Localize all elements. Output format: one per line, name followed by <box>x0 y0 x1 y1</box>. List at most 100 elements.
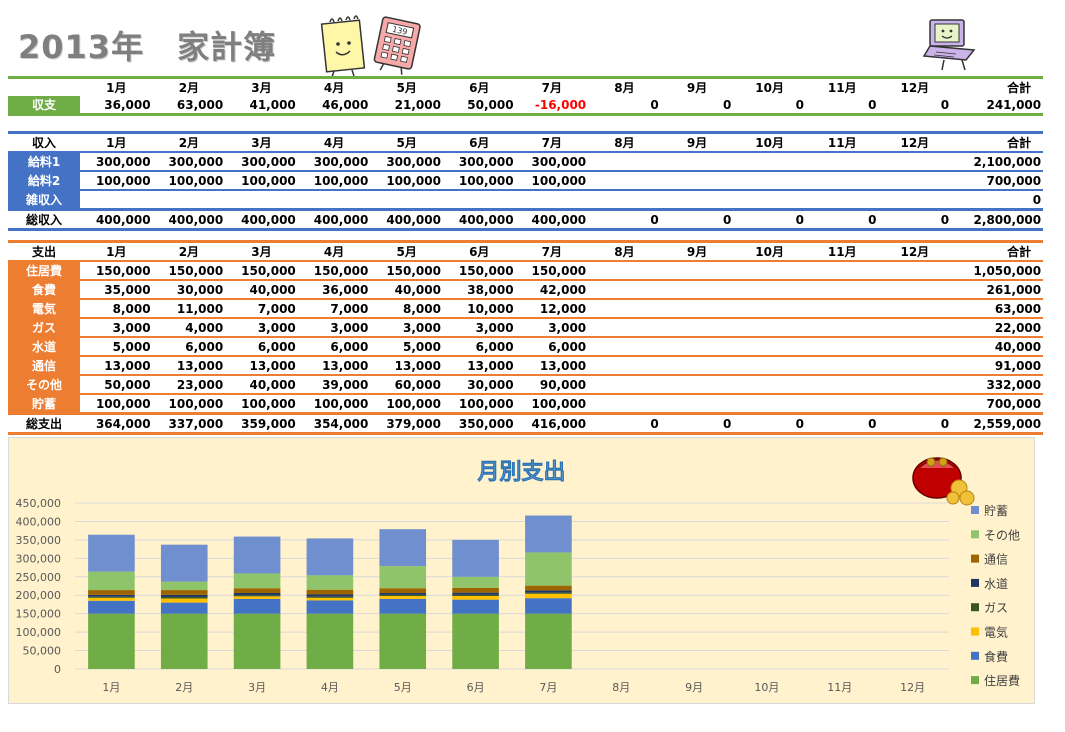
value-cell[interactable]: 400,000 <box>298 210 371 230</box>
total-cell[interactable]: 700,000 <box>951 394 1043 414</box>
value-cell[interactable] <box>806 261 879 280</box>
value-cell[interactable]: 13,000 <box>225 356 298 375</box>
value-cell[interactable] <box>588 190 661 210</box>
value-cell[interactable] <box>588 337 661 356</box>
total-cell[interactable]: 2,559,000 <box>951 414 1043 434</box>
bar-segment[interactable] <box>525 613 572 669</box>
value-cell[interactable]: 7,000 <box>225 299 298 318</box>
value-cell[interactable] <box>733 261 806 280</box>
value-cell[interactable] <box>588 280 661 299</box>
value-cell[interactable]: 100,000 <box>443 394 516 414</box>
value-cell[interactable]: 379,000 <box>370 414 443 434</box>
value-cell[interactable]: 0 <box>879 414 952 434</box>
value-cell[interactable] <box>733 190 806 210</box>
value-cell[interactable]: 36,000 <box>80 96 153 115</box>
value-cell[interactable]: 300,000 <box>443 152 516 171</box>
total-cell[interactable]: 91,000 <box>951 356 1043 375</box>
value-cell[interactable]: 50,000 <box>80 375 153 394</box>
value-cell[interactable]: 0 <box>879 96 952 115</box>
value-cell[interactable] <box>806 337 879 356</box>
value-cell[interactable]: 400,000 <box>443 210 516 230</box>
value-cell[interactable]: 5,000 <box>80 337 153 356</box>
bar-segment[interactable] <box>379 588 427 594</box>
bar-segment[interactable] <box>379 529 427 567</box>
value-cell[interactable]: 46,000 <box>298 96 371 115</box>
bar-segment[interactable] <box>233 588 281 594</box>
value-cell[interactable] <box>879 337 952 356</box>
value-cell[interactable]: 150,000 <box>370 261 443 280</box>
value-cell[interactable]: 400,000 <box>153 210 226 230</box>
bar-segment[interactable] <box>525 552 572 586</box>
value-cell[interactable] <box>225 190 298 210</box>
value-cell[interactable]: 100,000 <box>298 394 371 414</box>
bar-segment[interactable] <box>233 598 281 614</box>
bar-segment[interactable] <box>233 536 281 574</box>
value-cell[interactable] <box>879 394 952 414</box>
bar-segment[interactable] <box>233 593 281 596</box>
bar-segment[interactable] <box>160 597 208 599</box>
value-cell[interactable] <box>588 261 661 280</box>
value-cell[interactable]: 0 <box>806 96 879 115</box>
bar-segment[interactable] <box>88 534 135 572</box>
bar-segment[interactable] <box>525 592 572 594</box>
total-cell[interactable]: 241,000 <box>951 96 1043 115</box>
value-cell[interactable] <box>298 190 371 210</box>
bar-segment[interactable] <box>88 590 135 595</box>
value-cell[interactable]: 6,000 <box>443 337 516 356</box>
value-cell[interactable]: 100,000 <box>153 394 226 414</box>
bar-segment[interactable] <box>160 544 208 582</box>
value-cell[interactable]: 300,000 <box>153 152 226 171</box>
bar-segment[interactable] <box>306 538 354 576</box>
value-cell[interactable]: 300,000 <box>298 152 371 171</box>
bar-segment[interactable] <box>233 613 281 669</box>
value-cell[interactable]: 10,000 <box>443 299 516 318</box>
value-cell[interactable] <box>733 394 806 414</box>
value-cell[interactable] <box>588 375 661 394</box>
bar-segment[interactable] <box>379 566 427 589</box>
total-cell[interactable]: 332,000 <box>951 375 1043 394</box>
value-cell[interactable]: 300,000 <box>516 152 589 171</box>
bar-segment[interactable] <box>306 600 354 614</box>
value-cell[interactable] <box>733 152 806 171</box>
value-cell[interactable]: 41,000 <box>225 96 298 115</box>
value-cell[interactable] <box>806 318 879 337</box>
value-cell[interactable]: 13,000 <box>516 356 589 375</box>
value-cell[interactable]: 100,000 <box>225 171 298 190</box>
bar-segment[interactable] <box>379 594 427 596</box>
value-cell[interactable]: 13,000 <box>370 356 443 375</box>
bar-segment[interactable] <box>233 596 281 599</box>
value-cell-negative[interactable]: -16,000 <box>516 96 589 115</box>
bar-segment[interactable] <box>160 613 208 669</box>
value-cell[interactable] <box>661 356 734 375</box>
value-cell[interactable]: 100,000 <box>370 394 443 414</box>
bar-segment[interactable] <box>379 598 427 614</box>
bar-segment[interactable] <box>306 594 354 597</box>
value-cell[interactable]: 350,000 <box>443 414 516 434</box>
value-cell[interactable]: 3,000 <box>80 318 153 337</box>
value-cell[interactable]: 40,000 <box>225 375 298 394</box>
value-cell[interactable] <box>661 337 734 356</box>
value-cell[interactable]: 400,000 <box>80 210 153 230</box>
bar-segment[interactable] <box>525 590 572 593</box>
bar-segment[interactable] <box>160 598 208 603</box>
value-cell[interactable]: 100,000 <box>516 171 589 190</box>
bar-segment[interactable] <box>452 599 499 614</box>
bar-segment[interactable] <box>88 597 135 601</box>
value-cell[interactable] <box>733 375 806 394</box>
value-cell[interactable]: 300,000 <box>225 152 298 171</box>
value-cell[interactable] <box>588 318 661 337</box>
value-cell[interactable] <box>806 299 879 318</box>
total-cell[interactable]: 22,000 <box>951 318 1043 337</box>
value-cell[interactable]: 0 <box>588 96 661 115</box>
value-cell[interactable] <box>661 318 734 337</box>
value-cell[interactable]: 3,000 <box>225 318 298 337</box>
value-cell[interactable]: 100,000 <box>370 171 443 190</box>
bar-segment[interactable] <box>379 595 427 599</box>
value-cell[interactable]: 400,000 <box>516 210 589 230</box>
bar-segment[interactable] <box>452 592 499 595</box>
value-cell[interactable]: 5,000 <box>370 337 443 356</box>
bar-segment[interactable] <box>160 581 208 591</box>
value-cell[interactable] <box>806 280 879 299</box>
value-cell[interactable]: 150,000 <box>153 261 226 280</box>
value-cell[interactable]: 11,000 <box>153 299 226 318</box>
